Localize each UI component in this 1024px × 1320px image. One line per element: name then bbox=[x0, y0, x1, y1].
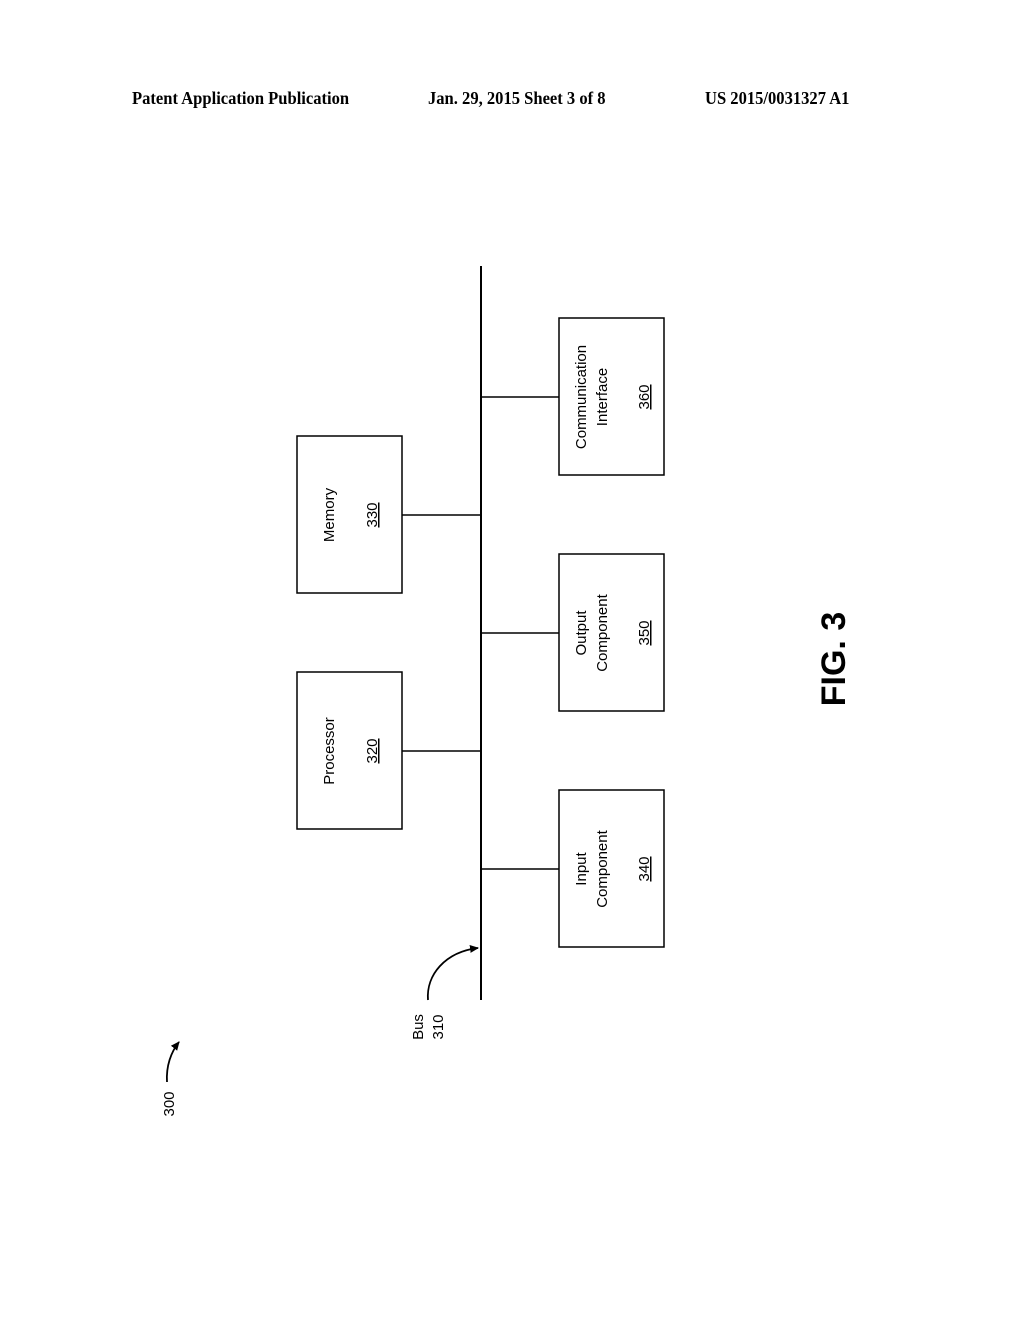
memory-label: Memory bbox=[321, 487, 338, 542]
input-component-label-line1: Input bbox=[573, 851, 590, 885]
processor-block: Processor 320 bbox=[296, 671, 481, 830]
processor-label: Processor bbox=[321, 717, 338, 785]
output-component-block: Output Component 350 bbox=[481, 553, 665, 712]
communication-interface-block: Communication Interface 360 bbox=[481, 317, 665, 476]
communication-interface-label-line2: Interface bbox=[594, 368, 611, 426]
output-component-label-line1: Output bbox=[573, 610, 590, 656]
input-component-block: Input Component 340 bbox=[481, 789, 665, 948]
bus-ref: 310 bbox=[430, 1014, 447, 1039]
output-component-label-line2: Component bbox=[594, 593, 611, 671]
block-diagram: Memory 330 Processor 320 Communication I… bbox=[161, 266, 853, 1117]
communication-interface-label-line1: Communication bbox=[573, 345, 590, 449]
bus-label: Bus bbox=[410, 1014, 427, 1040]
figure-label: FIG. 3 bbox=[815, 612, 853, 706]
bus-pointer-arrow-icon bbox=[427, 944, 479, 1001]
memory-block: Memory 330 bbox=[296, 435, 481, 594]
figure-reference-arrow-icon bbox=[166, 1041, 180, 1083]
input-component-label-line2: Component bbox=[594, 829, 611, 907]
output-component-ref: 350 bbox=[636, 620, 653, 645]
communication-interface-ref: 360 bbox=[636, 384, 653, 409]
figure-reference-number: 300 bbox=[161, 1091, 178, 1116]
input-component-ref: 340 bbox=[636, 856, 653, 881]
processor-ref: 320 bbox=[364, 738, 381, 763]
memory-ref: 330 bbox=[364, 502, 381, 527]
